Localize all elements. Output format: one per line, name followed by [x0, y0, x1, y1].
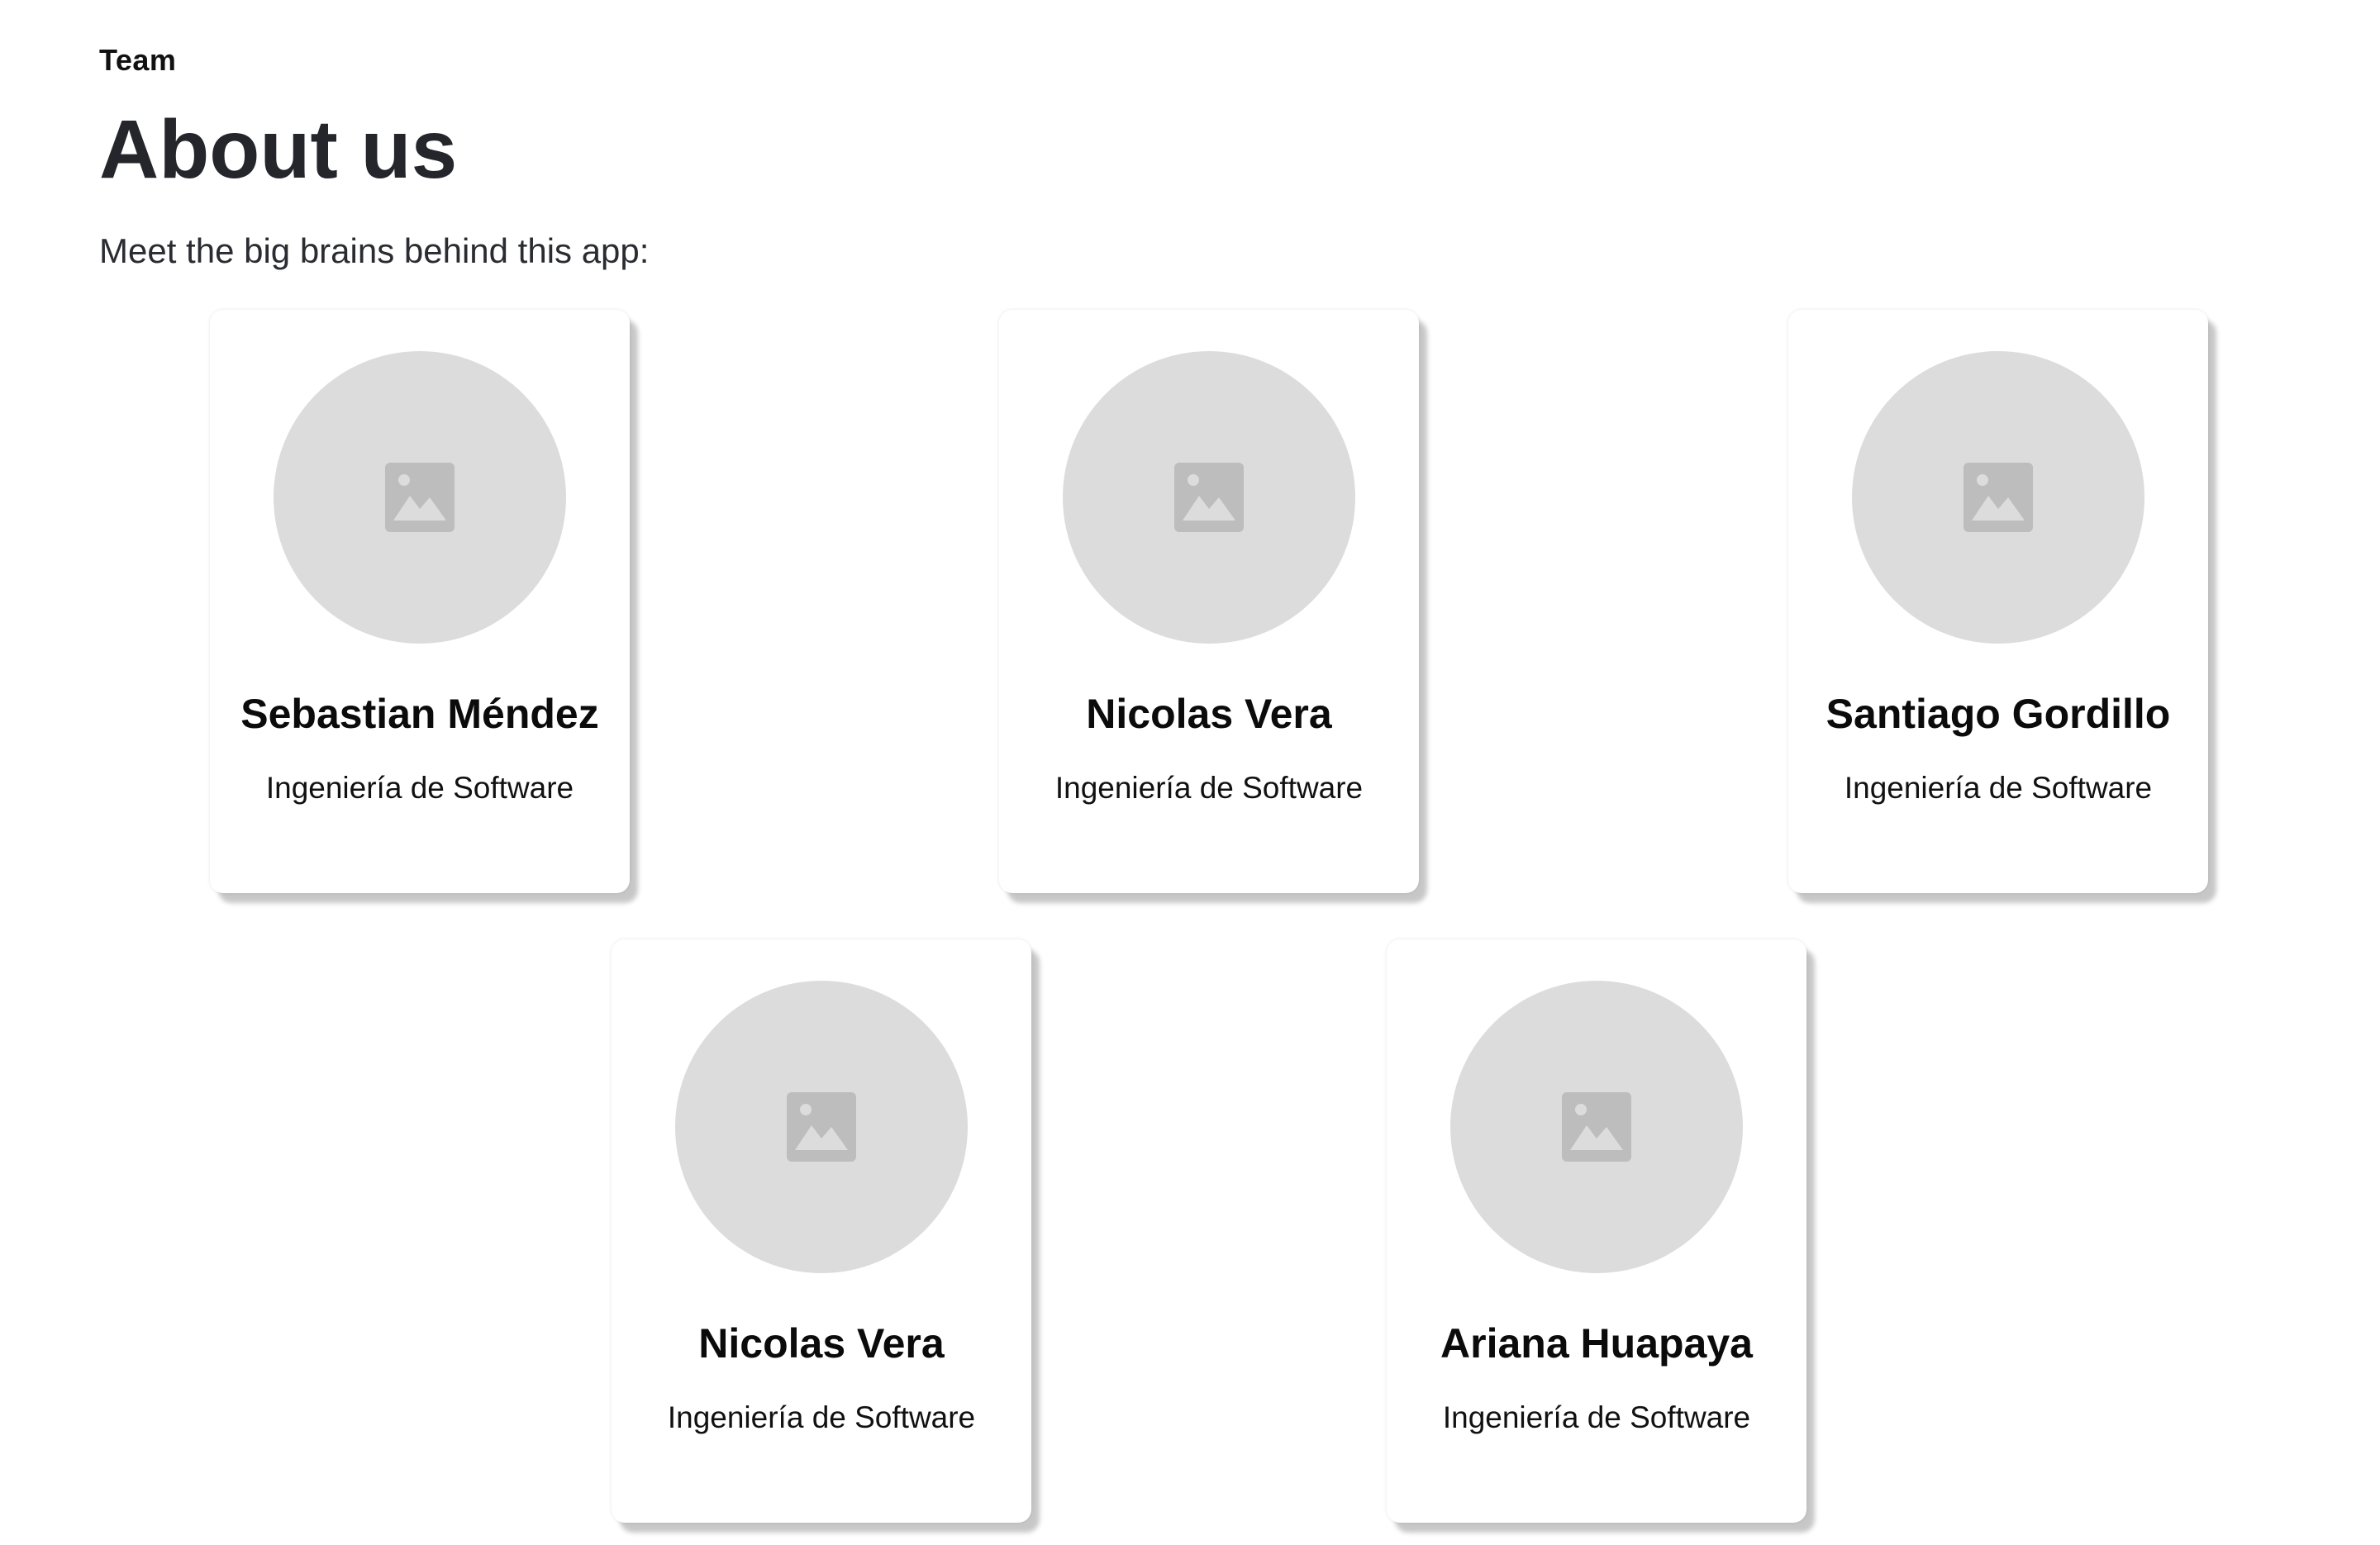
image-placeholder-icon	[1174, 463, 1244, 532]
member-name: Nicolas Vera	[1086, 691, 1332, 737]
image-placeholder-icon	[1963, 463, 2033, 532]
member-role: Ingeniería de Software	[1844, 771, 2153, 805]
team-member-card: Nicolas Vera Ingeniería de Software	[612, 939, 1031, 1523]
member-role: Ingeniería de Software	[667, 1400, 976, 1434]
team-member-card: Ariana Huapaya Ingeniería de Software	[1387, 939, 1806, 1523]
team-member-card: Santiago Gordillo Ingeniería de Software	[1788, 310, 2208, 893]
avatar	[675, 981, 968, 1273]
member-name: Ariana Huapaya	[1440, 1320, 1753, 1367]
image-placeholder-icon	[385, 463, 455, 532]
avatar	[274, 351, 566, 644]
image-placeholder-icon	[787, 1092, 856, 1162]
team-eyebrow: Team	[99, 43, 177, 77]
avatar	[1852, 351, 2144, 644]
page-subtitle: Meet the big brains behind this app:	[99, 231, 650, 270]
image-placeholder-icon	[1562, 1092, 1631, 1162]
member-name: Santiago Gordillo	[1825, 691, 2171, 737]
avatar	[1450, 981, 1743, 1273]
team-member-card: Sebastian Méndez Ingeniería de Software	[210, 310, 630, 893]
avatar	[1063, 351, 1355, 644]
page-title: About us	[99, 103, 458, 196]
member-name: Sebastian Méndez	[240, 691, 599, 737]
member-name: Nicolas Vera	[698, 1320, 945, 1367]
member-role: Ingeniería de Software	[265, 771, 574, 805]
team-member-card: Nicolas Vera Ingeniería de Software	[999, 310, 1419, 893]
member-role: Ingeniería de Software	[1442, 1400, 1751, 1434]
member-role: Ingeniería de Software	[1054, 771, 1364, 805]
